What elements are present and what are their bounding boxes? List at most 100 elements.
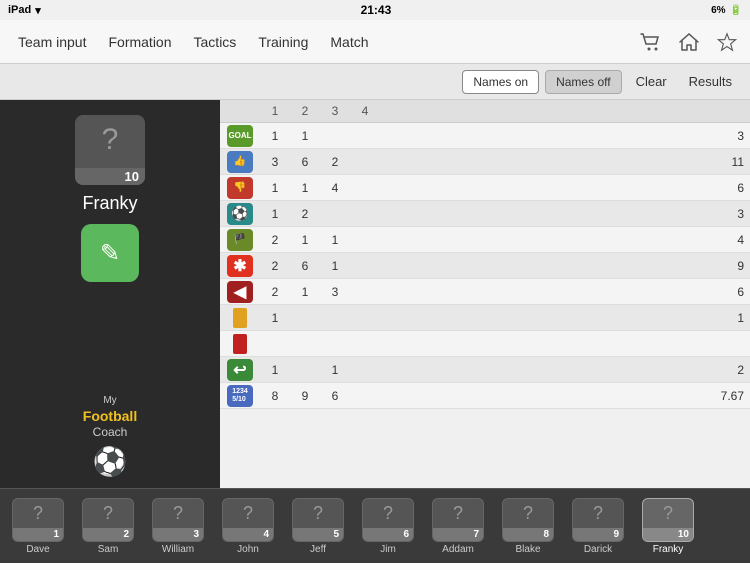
player-thumb-1[interactable]: ? 1 Dave <box>4 498 72 555</box>
stat-values-foul: 2 1 3 <box>260 285 710 299</box>
player-thumb-img-2: ? 2 <box>82 498 134 542</box>
status-left: iPad ▾ <box>8 4 41 17</box>
thumb-question-7: ? <box>453 503 463 524</box>
nav-match[interactable]: Match <box>320 28 378 56</box>
wifi-icon: ▾ <box>35 4 41 17</box>
stats-area: 1 2 3 4 GOAL 1 1 3 � <box>220 100 750 488</box>
thumb-name-9: Darick <box>584 544 612 555</box>
player-thumb-10[interactable]: ? 10 Franky <box>634 498 702 555</box>
thumb-name-1: Dave <box>26 544 49 555</box>
stat-val-3-0: 1 <box>260 207 290 221</box>
thumb-num-1: 1 <box>13 528 63 541</box>
player-thumb-img-3: ? 3 <box>152 498 204 542</box>
stat-values-flag: 2 1 1 <box>260 233 710 247</box>
stat-val-4-3 <box>350 233 380 247</box>
clear-button[interactable]: Clear <box>628 70 675 93</box>
stat-val-10-1: 9 <box>290 389 320 403</box>
stat-values-tackle: 2 6 1 <box>260 259 710 273</box>
stat-row-thumbsup: 👍 3 6 2 11 <box>220 149 750 175</box>
col-2: 2 <box>290 104 320 118</box>
stat-row-flag: 🏴 2 1 1 4 <box>220 227 750 253</box>
toolbar: Names on Names off Clear Results <box>0 64 750 100</box>
edit-player-button[interactable]: ✎ <box>81 224 139 282</box>
stat-val-10-3 <box>350 389 380 403</box>
stat-row-pass: ⚽ 1 2 3 <box>220 201 750 227</box>
stat-val-6-0: 2 <box>260 285 290 299</box>
stat-val-6-3 <box>350 285 380 299</box>
status-time: 21:43 <box>361 3 392 17</box>
player-thumb-6[interactable]: ? 6 Jim <box>354 498 422 555</box>
stat-row-thumbsdown: 👎 1 1 4 6 <box>220 175 750 201</box>
device-label: iPad <box>8 4 31 16</box>
thumb-num-4: 4 <box>223 528 273 541</box>
thumb-question-6: ? <box>383 503 393 524</box>
stat-values-goal: 1 1 <box>260 129 710 143</box>
yellow-card-icon <box>233 308 247 328</box>
player-thumb-img-6: ? 6 <box>362 498 414 542</box>
names-off-button[interactable]: Names off <box>545 70 621 94</box>
pass-icon: ⚽ <box>227 203 253 225</box>
stat-values-rating: 8 9 6 <box>260 389 710 403</box>
stat-val-0-1: 1 <box>290 129 320 143</box>
stat-val-10-0: 8 <box>260 389 290 403</box>
stat-val-9-0: 1 <box>260 363 290 377</box>
stat-total-5: 9 <box>710 259 750 273</box>
stat-total-1: 11 <box>710 155 750 169</box>
thumb-question-5: ? <box>313 503 323 524</box>
stat-total-2: 6 <box>710 181 750 195</box>
stat-val-9-1 <box>290 363 320 377</box>
thumbsdown-icon: 👎 <box>227 177 253 199</box>
nav-training[interactable]: Training <box>248 28 318 56</box>
stat-icon-cell-rating: 12345/10 <box>220 383 260 409</box>
stat-val-4-2: 1 <box>320 233 350 247</box>
stat-val-9-2: 1 <box>320 363 350 377</box>
player-thumb-4[interactable]: ? 4 John <box>214 498 282 555</box>
home-icon-btn[interactable] <box>674 27 704 57</box>
stat-val-10-2: 6 <box>320 389 350 403</box>
thumb-question-2: ? <box>103 503 113 524</box>
nav-formation[interactable]: Formation <box>98 28 181 56</box>
player-thumb-7[interactable]: ? 7 Addam <box>424 498 492 555</box>
stat-val-6-1: 1 <box>290 285 320 299</box>
stat-icon-cell-thumbsup: 👍 <box>220 149 260 175</box>
star-icon <box>716 32 738 52</box>
logo-coach: Coach <box>83 425 137 441</box>
stat-val-4-0: 2 <box>260 233 290 247</box>
stat-val-4-1: 1 <box>290 233 320 247</box>
player-thumb-img-1: ? 1 <box>12 498 64 542</box>
stat-row-yellow-card: 1 1 <box>220 305 750 331</box>
results-button[interactable]: Results <box>681 70 740 93</box>
thumb-num-7: 7 <box>433 528 483 541</box>
stats-rows: GOAL 1 1 3 👍 3 6 2 <box>220 123 750 488</box>
stat-total-7: 1 <box>710 311 750 325</box>
stat-total-10: 7.67 <box>710 389 750 403</box>
stat-icon-cell-goal: GOAL <box>220 123 260 149</box>
star-icon-btn[interactable] <box>712 27 742 57</box>
thumb-num-10: 10 <box>643 528 693 541</box>
player-thumb-8[interactable]: ? 8 Blake <box>494 498 562 555</box>
names-on-button[interactable]: Names on <box>462 70 539 94</box>
stat-val-5-2: 1 <box>320 259 350 273</box>
player-thumb-2[interactable]: ? 2 Sam <box>74 498 142 555</box>
stat-values-pass: 1 2 <box>260 207 710 221</box>
stat-val-2-1: 1 <box>290 181 320 195</box>
nav-team-input[interactable]: Team input <box>8 28 96 56</box>
stat-val-3-3 <box>350 207 380 221</box>
stat-values-thumbsdown: 1 1 4 <box>260 181 710 195</box>
player-thumb-3[interactable]: ? 3 William <box>144 498 212 555</box>
stat-val-6-2: 3 <box>320 285 350 299</box>
stat-val-3-1: 2 <box>290 207 320 221</box>
column-headers: 1 2 3 4 <box>220 100 750 123</box>
thumb-num-8: 8 <box>503 528 553 541</box>
player-thumb-5[interactable]: ? 5 Jeff <box>284 498 352 555</box>
stat-val-1-0: 3 <box>260 155 290 169</box>
nav-tactics[interactable]: Tactics <box>184 28 247 56</box>
goal-icon: GOAL <box>227 125 253 147</box>
thumb-name-10: Franky <box>653 544 684 555</box>
stat-row-foul: ◀ 2 1 3 6 <box>220 279 750 305</box>
player-thumb-9[interactable]: ? 9 Darick <box>564 498 632 555</box>
thumb-num-9: 9 <box>573 528 623 541</box>
cart-icon-btn[interactable] <box>636 27 666 57</box>
stat-val-0-2 <box>320 129 350 143</box>
avatar-question-icon: ? <box>102 123 119 157</box>
